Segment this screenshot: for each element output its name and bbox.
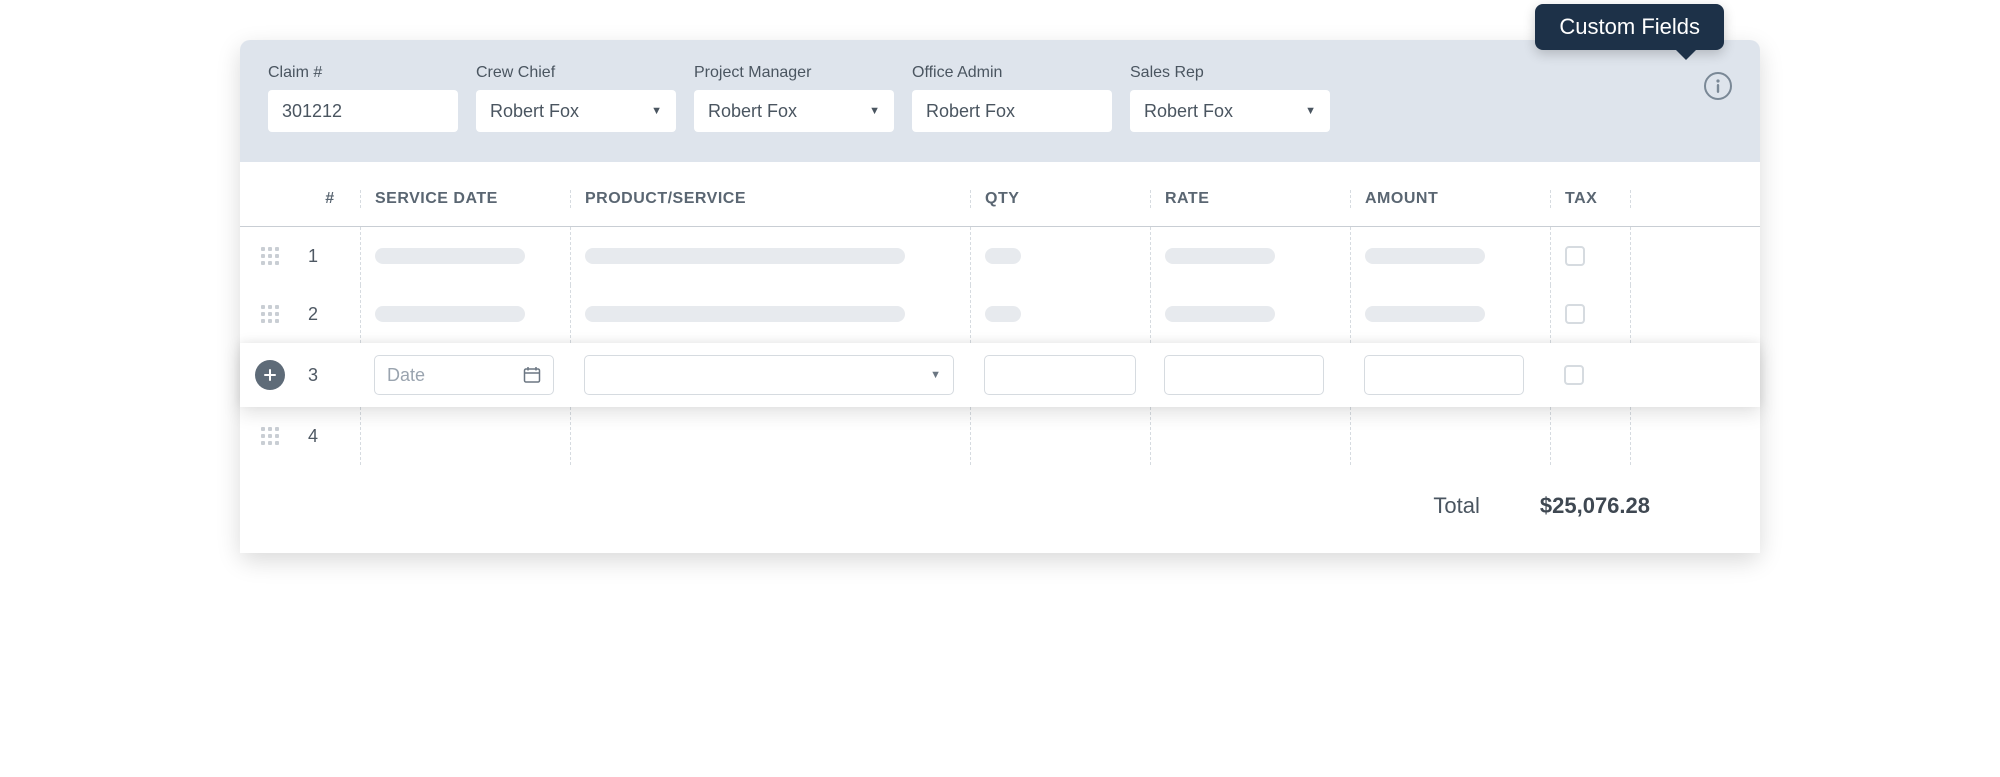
project-manager-select[interactable]: Robert Fox ▼ [694,90,894,132]
field-label: Crew Chief [476,64,676,82]
table-footer: Total $25,076.28 [240,465,1760,553]
tax-checkbox[interactable] [1565,246,1585,266]
table-header-row: # SERVICE DATE PRODUCT/SERVICE QTY RATE … [240,162,1760,227]
sales-rep-value: Robert Fox [1144,101,1233,122]
tax-checkbox[interactable] [1564,365,1584,385]
custom-fields-bar: Custom Fields Claim # 301212 Crew Chief … [240,40,1760,162]
date-placeholder: Date [387,365,425,386]
table-row[interactable]: 4 [240,407,1760,465]
info-icon[interactable] [1704,72,1732,100]
field-label: Sales Rep [1130,64,1330,82]
service-date-input[interactable]: Date [374,355,554,395]
tax-checkbox[interactable] [1565,304,1585,324]
row-number: 4 [300,426,360,447]
total-amount: $25,076.28 [1540,493,1650,519]
amount-input[interactable] [1364,355,1524,395]
field-label: Project Manager [694,64,894,82]
table-row[interactable]: 1 [240,227,1760,285]
amount-cell[interactable] [1365,306,1485,322]
rate-cell[interactable] [1165,248,1275,264]
product-select[interactable]: ▼ [584,355,954,395]
product-cell[interactable] [585,306,905,322]
chevron-down-icon: ▼ [1305,105,1316,117]
field-crew-chief: Crew Chief Robert Fox ▼ [476,64,676,132]
col-number: # [300,190,360,208]
claim-number-value: 301212 [282,101,342,122]
drag-handle-icon[interactable] [261,305,279,323]
sales-rep-select[interactable]: Robert Fox ▼ [1130,90,1330,132]
col-qty: QTY [970,190,1150,208]
col-amount: AMOUNT [1350,190,1550,208]
add-row-button[interactable] [255,360,285,390]
line-items-table: # SERVICE DATE PRODUCT/SERVICE QTY RATE … [240,162,1760,553]
row-number: 1 [300,246,360,267]
row-number: 3 [300,365,360,386]
col-product: PRODUCT/SERVICE [570,190,970,208]
drag-handle-icon[interactable] [261,247,279,265]
qty-cell[interactable] [985,306,1021,322]
qty-cell[interactable] [985,248,1021,264]
crew-chief-select[interactable]: Robert Fox ▼ [476,90,676,132]
total-label: Total [1433,493,1479,519]
field-office-admin: Office Admin Robert Fox [912,64,1112,132]
custom-fields-tooltip: Custom Fields [1535,4,1724,50]
office-admin-input[interactable]: Robert Fox [912,90,1112,132]
service-date-cell[interactable] [375,248,525,264]
field-project-manager: Project Manager Robert Fox ▼ [694,64,894,132]
field-sales-rep: Sales Rep Robert Fox ▼ [1130,64,1330,132]
field-claim: Claim # 301212 [268,64,458,132]
rate-cell[interactable] [1165,306,1275,322]
row-number: 2 [300,304,360,325]
qty-input[interactable] [984,355,1136,395]
field-label: Claim # [268,64,458,82]
table-row-active[interactable]: 3 Date ▼ [240,343,1760,407]
col-service-date: SERVICE DATE [360,190,570,208]
chevron-down-icon: ▼ [930,369,941,381]
calendar-icon [523,366,541,384]
product-cell[interactable] [585,248,905,264]
rate-input[interactable] [1164,355,1324,395]
col-tax: TAX [1550,190,1630,208]
table-row[interactable]: 2 [240,285,1760,343]
chevron-down-icon: ▼ [651,105,662,117]
claim-number-input[interactable]: 301212 [268,90,458,132]
office-admin-value: Robert Fox [926,101,1015,122]
crew-chief-value: Robert Fox [490,101,579,122]
col-rate: RATE [1150,190,1350,208]
project-manager-value: Robert Fox [708,101,797,122]
drag-handle-icon[interactable] [261,427,279,445]
field-label: Office Admin [912,64,1112,82]
service-date-cell[interactable] [375,306,525,322]
amount-cell[interactable] [1365,248,1485,264]
invoice-card: Custom Fields Claim # 301212 Crew Chief … [240,40,1760,553]
chevron-down-icon: ▼ [869,105,880,117]
tooltip-label: Custom Fields [1559,14,1700,39]
